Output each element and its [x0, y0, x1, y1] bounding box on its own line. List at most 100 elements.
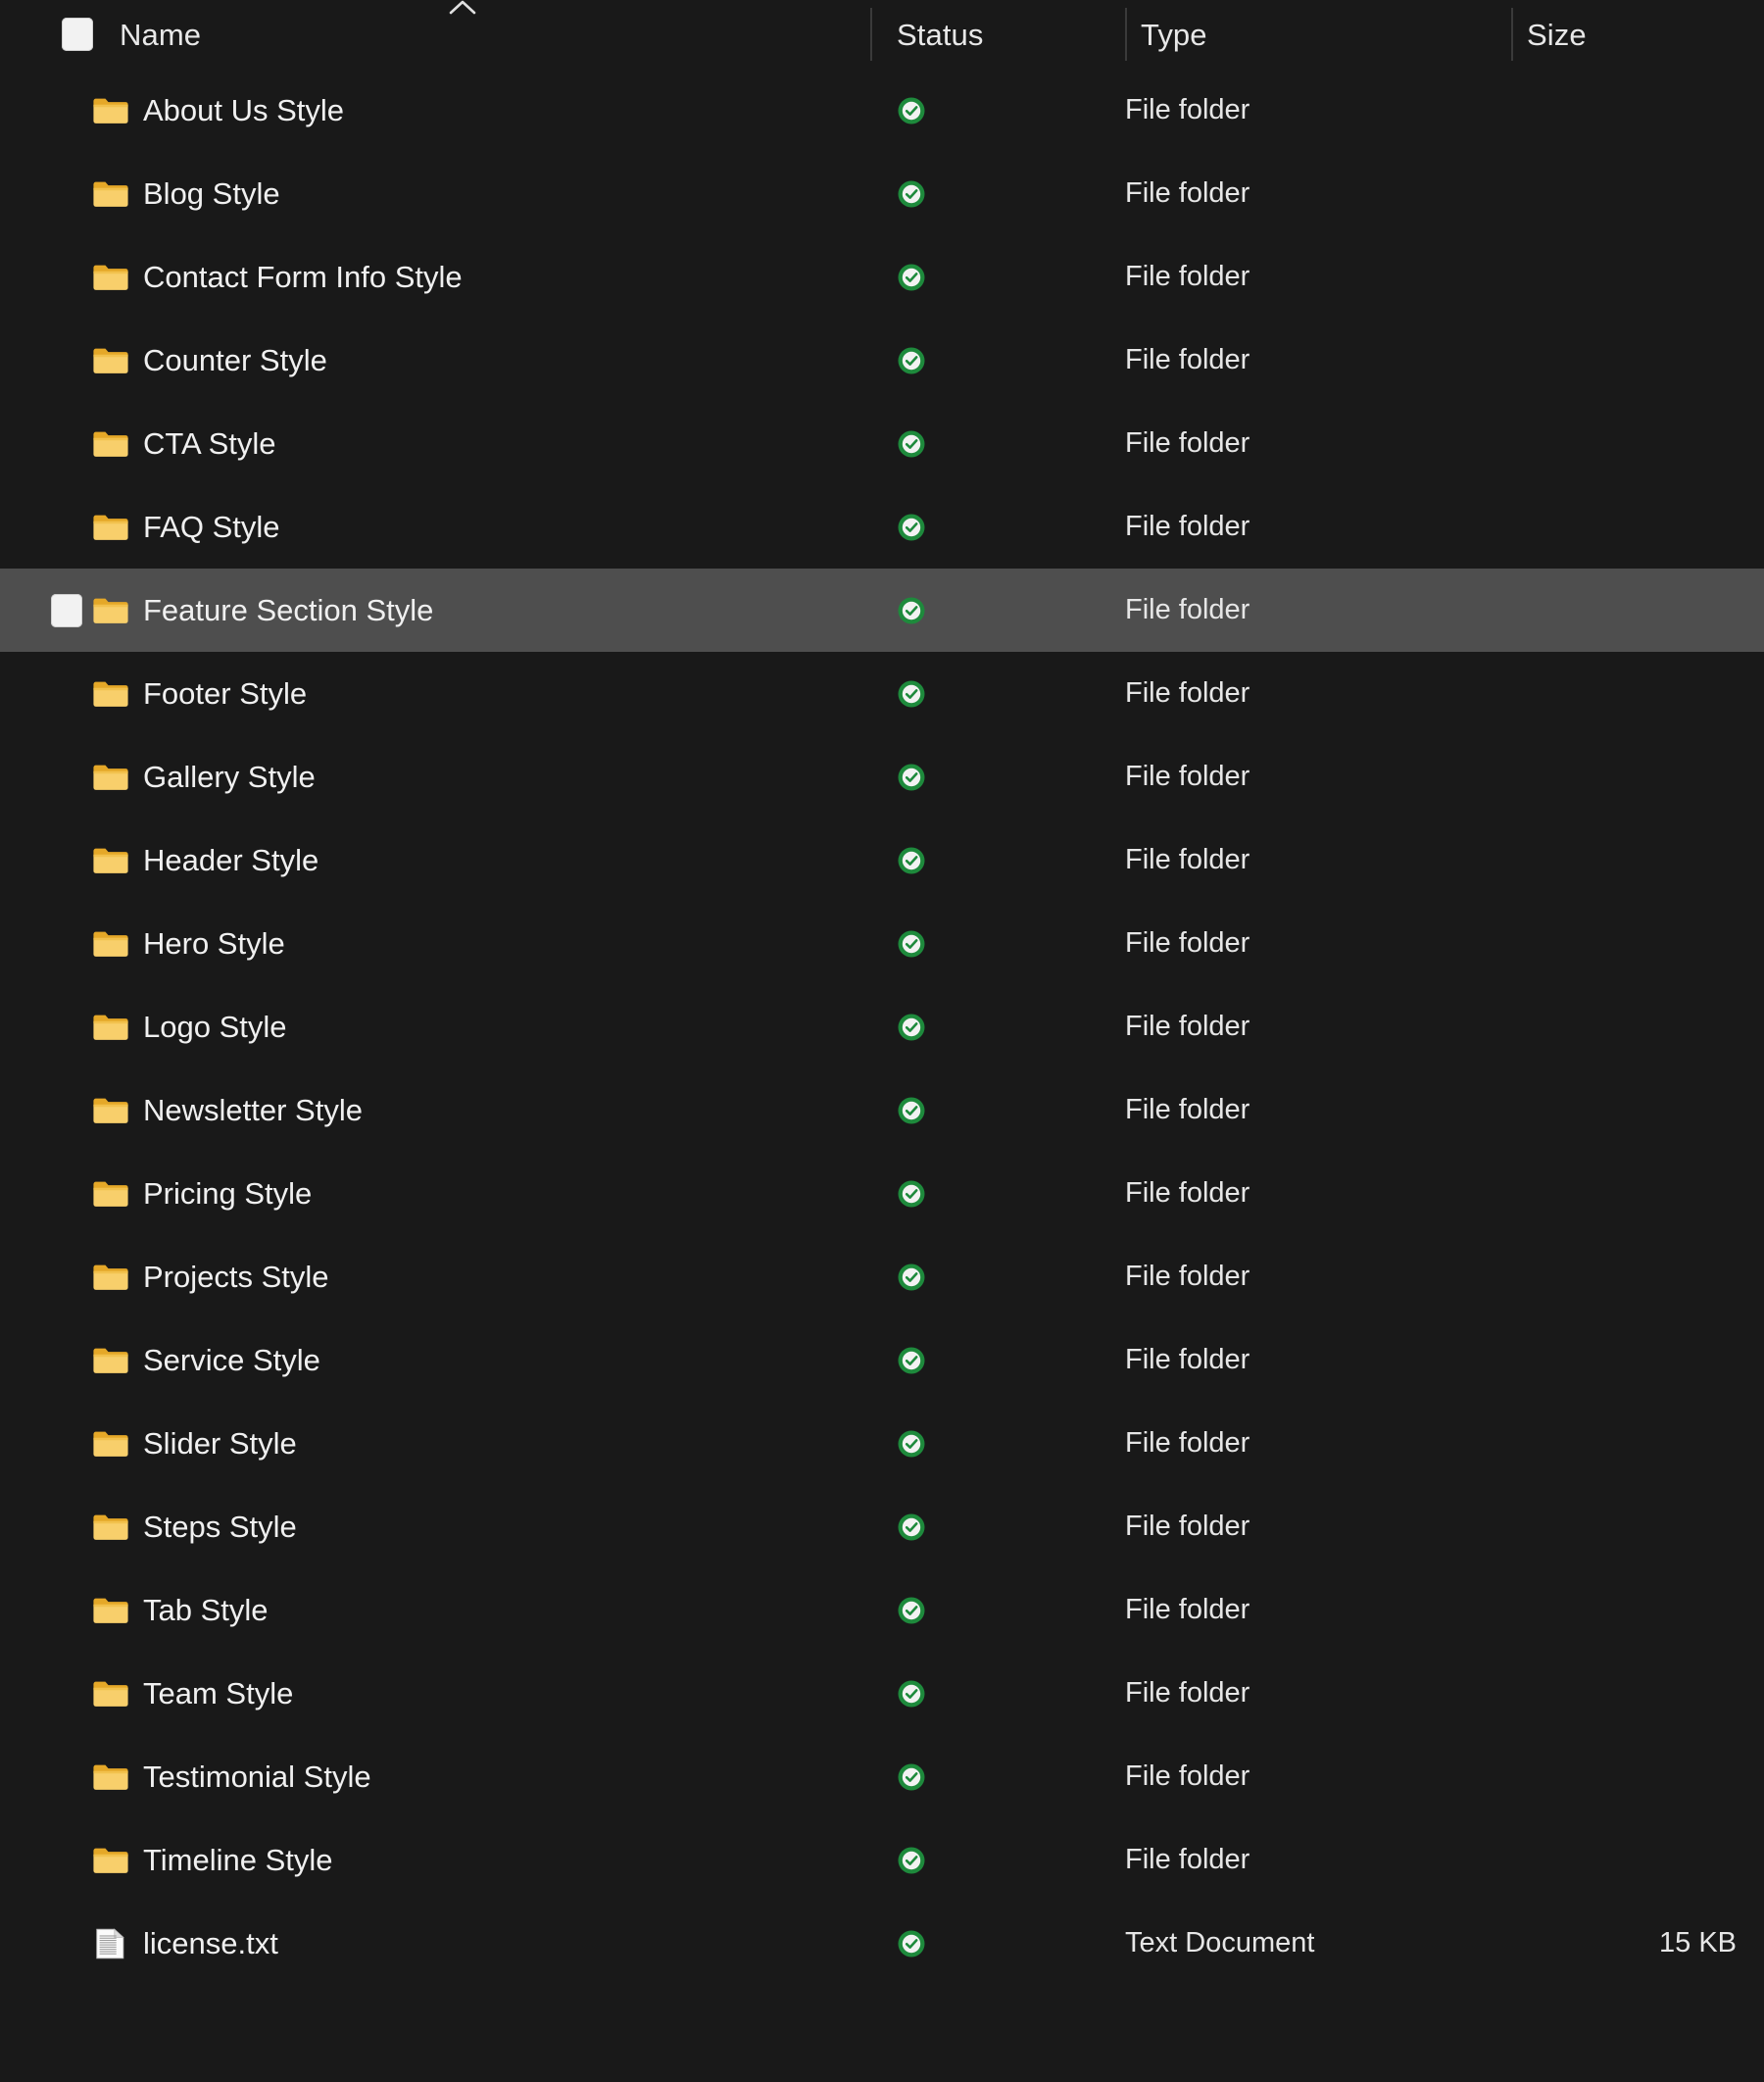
table-row[interactable]: Feature Section StyleFile folder: [0, 569, 1764, 652]
row-status-cell: [870, 1652, 1125, 1735]
row-name-cell[interactable]: Team Style: [0, 1652, 293, 1735]
table-row[interactable]: About Us Style File folder: [0, 69, 1764, 152]
row-status-cell: [870, 1318, 1125, 1402]
table-row[interactable]: Logo StyleFile folder: [0, 985, 1764, 1068]
row-type-cell: File folder: [1125, 902, 1250, 985]
folder-icon: [92, 1511, 129, 1544]
row-name-label: Timeline Style: [143, 1845, 333, 1875]
row-name-label: Gallery Style: [143, 762, 316, 792]
row-name-cell[interactable]: Service Style: [0, 1318, 320, 1402]
row-name-cell[interactable]: Testimonial Style: [0, 1735, 371, 1818]
row-size-cell: [1511, 235, 1764, 319]
row-size-label: 15 KB: [1659, 1929, 1737, 1958]
row-type-cell: File folder: [1125, 69, 1250, 152]
folder-icon: [92, 761, 129, 794]
row-type-cell: File folder: [1125, 1318, 1250, 1402]
row-status-cell: [870, 1818, 1125, 1902]
row-name-cell[interactable]: Logo Style: [0, 985, 287, 1068]
row-name-cell[interactable]: Projects Style: [0, 1235, 329, 1318]
table-row[interactable]: Footer StyleFile folder: [0, 652, 1764, 735]
table-row[interactable]: Testimonial Style File folder: [0, 1735, 1764, 1818]
row-name-cell[interactable]: license.txt: [0, 1902, 278, 1985]
column-header-status[interactable]: Status: [870, 0, 1125, 69]
row-status-cell: [870, 902, 1125, 985]
row-status-cell: [870, 1485, 1125, 1568]
row-name-cell[interactable]: Hero Style: [0, 902, 285, 985]
row-name-cell[interactable]: Contact Form Info Style: [0, 235, 463, 319]
folder-icon: [92, 511, 129, 544]
row-name-cell[interactable]: Gallery Style: [0, 735, 316, 818]
table-row[interactable]: FAQ StyleFile folder: [0, 485, 1764, 569]
table-row[interactable]: Newsletter StyleFile folder: [0, 1068, 1764, 1152]
row-type-cell: Text Document: [1125, 1902, 1314, 1985]
row-type-cell: File folder: [1125, 235, 1250, 319]
folder-icon: [92, 1261, 129, 1294]
row-name-cell[interactable]: Tab Style: [0, 1568, 269, 1652]
row-type-cell: File folder: [1125, 735, 1250, 818]
row-name-cell[interactable]: FAQ Style: [0, 485, 280, 569]
row-checkbox[interactable]: [51, 594, 82, 627]
table-row[interactable]: Header StyleFile folder: [0, 818, 1764, 902]
row-name-cell[interactable]: Footer Style: [0, 652, 307, 735]
row-status-cell: [870, 818, 1125, 902]
table-row[interactable]: Pricing StyleFile folder: [0, 1152, 1764, 1235]
row-type-label: File folder: [1125, 346, 1250, 374]
row-status-cell: [870, 1068, 1125, 1152]
row-type-cell: File folder: [1125, 1735, 1250, 1818]
row-name-cell[interactable]: Steps Style: [0, 1485, 297, 1568]
table-row[interactable]: Steps StyleFile folder: [0, 1485, 1764, 1568]
row-name-cell[interactable]: Slider Style: [0, 1402, 297, 1485]
table-row[interactable]: Hero Style File folder: [0, 902, 1764, 985]
row-type-cell: File folder: [1125, 1652, 1250, 1735]
column-header-type[interactable]: Type: [1125, 0, 1207, 69]
row-name-cell[interactable]: Pricing Style: [0, 1152, 312, 1235]
table-row[interactable]: Timeline StyleFile folder: [0, 1818, 1764, 1902]
row-name-cell[interactable]: Newsletter Style: [0, 1068, 363, 1152]
row-type-cell: File folder: [1125, 1568, 1250, 1652]
status-ok-icon: [897, 846, 926, 875]
row-status-cell: [870, 985, 1125, 1068]
row-type-cell: File folder: [1125, 152, 1250, 235]
folder-icon: [92, 927, 129, 961]
row-name-cell[interactable]: Timeline Style: [0, 1818, 333, 1902]
row-name-label: Feature Section Style: [143, 595, 433, 625]
row-type-label: File folder: [1125, 929, 1250, 958]
row-status-cell: [870, 485, 1125, 569]
status-ok-icon: [897, 346, 926, 375]
row-type-label: File folder: [1125, 1263, 1250, 1291]
row-name-cell[interactable]: Feature Section Style: [0, 569, 433, 652]
folder-icon: [92, 94, 129, 127]
table-row[interactable]: CTA StyleFile folder: [0, 402, 1764, 485]
row-status-cell: [870, 1152, 1125, 1235]
row-name-cell[interactable]: Blog Style: [0, 152, 280, 235]
table-row[interactable]: license.txt Text Document 15 KB: [0, 1902, 1764, 1985]
table-row[interactable]: Counter Style File folder: [0, 319, 1764, 402]
row-status-cell: [870, 1402, 1125, 1485]
row-status-cell: [870, 1235, 1125, 1318]
folder-icon: [92, 261, 129, 294]
row-status-cell: [870, 735, 1125, 818]
row-name-label: license.txt: [143, 1928, 278, 1958]
table-row[interactable]: Team Style File folder: [0, 1652, 1764, 1735]
table-row[interactable]: Projects Style File folder: [0, 1235, 1764, 1318]
row-size-cell: [1511, 652, 1764, 735]
status-ok-icon: [897, 1762, 926, 1792]
folder-icon: [92, 1344, 129, 1377]
table-row[interactable]: Slider StyleFile folder: [0, 1402, 1764, 1485]
row-name-cell[interactable]: About Us Style: [0, 69, 344, 152]
table-row[interactable]: Blog Style File folder: [0, 152, 1764, 235]
table-row[interactable]: Gallery Style File folder: [0, 735, 1764, 818]
row-size-cell: [1511, 402, 1764, 485]
row-size-cell: [1511, 1735, 1764, 1818]
row-name-cell[interactable]: CTA Style: [0, 402, 276, 485]
row-status-cell: [870, 69, 1125, 152]
table-row[interactable]: Contact Form Info Style File folder: [0, 235, 1764, 319]
table-row[interactable]: Tab Style File folder: [0, 1568, 1764, 1652]
select-all-checkbox[interactable]: [62, 18, 93, 51]
row-status-cell: [870, 652, 1125, 735]
row-name-cell[interactable]: Header Style: [0, 818, 318, 902]
column-header-size[interactable]: Size: [1511, 0, 1587, 69]
status-ok-icon: [897, 1679, 926, 1709]
table-row[interactable]: Service Style File folder: [0, 1318, 1764, 1402]
row-name-cell[interactable]: Counter Style: [0, 319, 327, 402]
